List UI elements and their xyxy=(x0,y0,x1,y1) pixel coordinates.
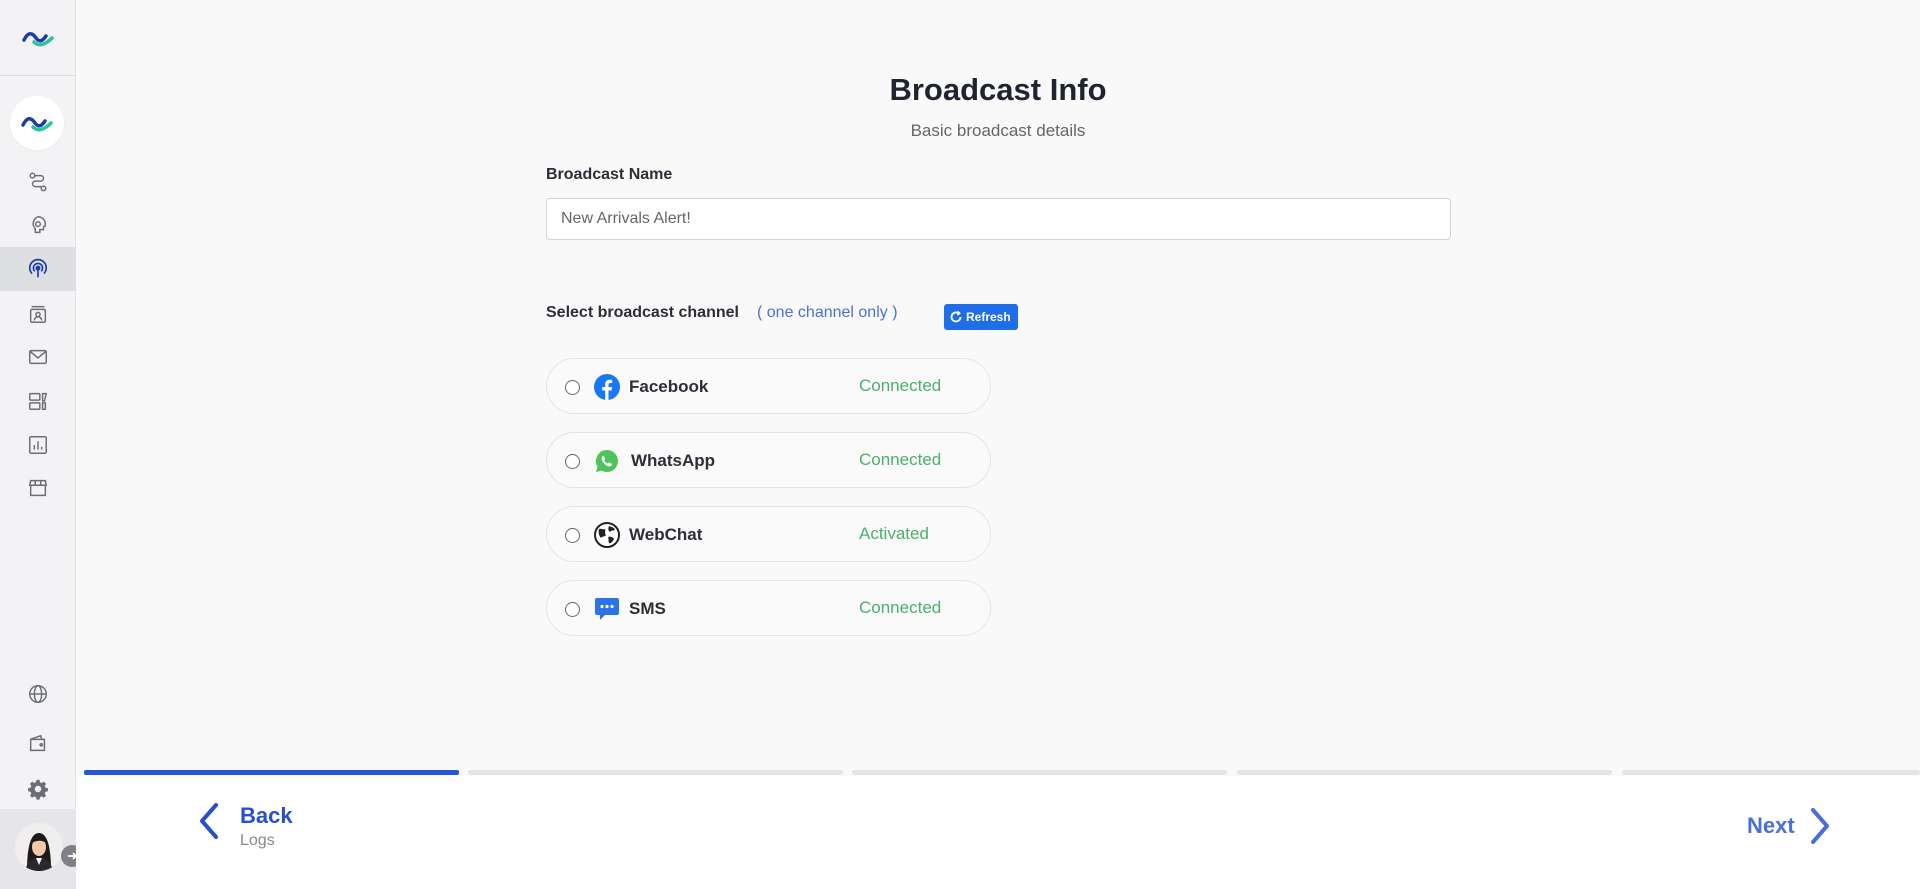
refresh-icon xyxy=(950,310,962,323)
channel-note: ( one channel only ) xyxy=(757,304,898,321)
reports-icon xyxy=(29,436,47,454)
refresh-button[interactable]: Refresh xyxy=(944,304,1018,330)
channel-name: WebChat xyxy=(629,525,703,544)
chevron-left-icon xyxy=(200,803,218,839)
channel-name: Facebook xyxy=(629,377,709,396)
progress-step-4 xyxy=(1237,770,1612,775)
nav-wallet[interactable] xyxy=(0,721,76,765)
broadcast-name-input[interactable] xyxy=(546,198,1451,240)
sms-icon xyxy=(595,598,619,620)
avatar[interactable] xyxy=(15,823,63,871)
flows-icon xyxy=(29,172,47,192)
progress-step-1 xyxy=(84,770,459,775)
channel-name: SMS xyxy=(629,599,666,618)
channel-heading: Select broadcast channel xyxy=(546,304,739,321)
nav-language[interactable] xyxy=(0,672,76,716)
refresh-label: Refresh xyxy=(966,310,1011,324)
channel-option-facebook[interactable]: Facebook Connected xyxy=(546,358,991,414)
nav-store[interactable] xyxy=(0,466,76,510)
progress-step-5 xyxy=(1622,770,1920,775)
user-avatar-icon xyxy=(15,823,63,871)
facebook-icon xyxy=(594,374,620,400)
back-step-name: Logs xyxy=(240,832,275,849)
app-logo[interactable] xyxy=(0,0,76,76)
nav-contacts[interactable] xyxy=(0,292,76,336)
gear-icon xyxy=(28,779,48,800)
nav-reports[interactable] xyxy=(0,423,76,467)
channel-option-whatsapp[interactable]: WhatsApp Connected xyxy=(546,432,991,488)
nav-broadcast[interactable] xyxy=(0,247,76,291)
channel-option-sms[interactable]: SMS Connected xyxy=(546,580,991,636)
nav-bot[interactable] xyxy=(0,203,76,247)
back-button[interactable] xyxy=(196,800,224,842)
channel-radio[interactable] xyxy=(565,528,580,543)
channel-status: Connected xyxy=(859,598,942,617)
inbox-icon xyxy=(29,349,47,365)
globe-icon xyxy=(594,522,620,548)
channel-radio[interactable] xyxy=(565,454,580,469)
store-icon xyxy=(28,479,48,497)
broadcast-icon xyxy=(28,258,48,278)
back-label[interactable]: Back xyxy=(240,803,293,829)
broadcast-name-label: Broadcast Name xyxy=(546,166,673,183)
channel-option-webchat[interactable]: WebChat Activated xyxy=(546,506,991,562)
next-label: Next xyxy=(1747,813,1795,838)
nav-flows[interactable] xyxy=(0,160,76,204)
nav-templates[interactable] xyxy=(0,379,76,423)
progress-step-3 xyxy=(852,770,1227,775)
whatsapp-icon xyxy=(595,449,618,472)
globe-icon xyxy=(29,685,47,703)
channel-status: Connected xyxy=(859,376,942,395)
progress-step-2 xyxy=(468,770,843,775)
logo-icon xyxy=(22,31,54,46)
contacts-icon xyxy=(29,305,47,323)
footer xyxy=(76,776,1920,889)
channel-radio[interactable] xyxy=(565,380,580,395)
channel-name: WhatsApp xyxy=(631,451,716,470)
wallet-icon xyxy=(29,734,46,752)
bot-icon xyxy=(32,216,47,234)
chevron-right-icon xyxy=(1810,808,1829,844)
page-subtitle: Basic broadcast details xyxy=(910,121,1086,140)
next-button[interactable]: Next xyxy=(1747,805,1833,847)
templates-icon xyxy=(29,392,48,410)
nav-inbox[interactable] xyxy=(0,335,76,379)
channel-radio[interactable] xyxy=(565,602,580,617)
channel-status: Activated xyxy=(859,524,929,543)
page-title: Broadcast Info xyxy=(889,72,1107,107)
channel-status: Connected xyxy=(859,450,942,469)
nav-settings[interactable] xyxy=(0,767,76,811)
